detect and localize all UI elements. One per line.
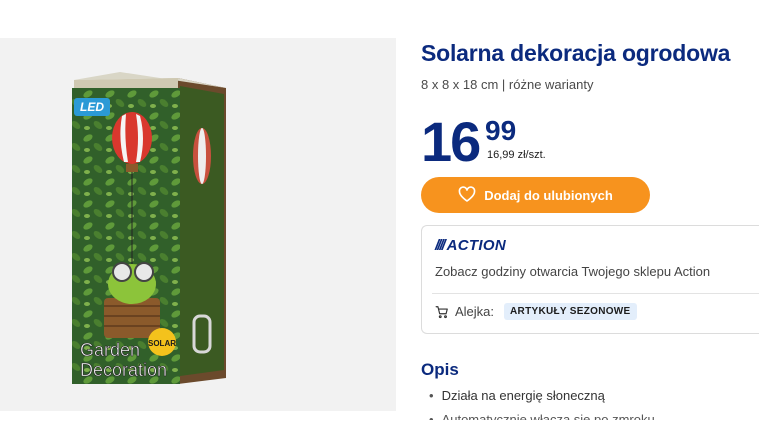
svg-text:SOLAR: SOLAR: [148, 339, 176, 348]
product-info: Solarna dekoracja ogrodowa 8 x 8 x 18 cm…: [421, 0, 759, 443]
store-hours-link[interactable]: Zobacz godziny otwarcia Twojego sklepu A…: [435, 264, 710, 279]
aisle-label: Alejka:: [455, 304, 495, 319]
description-list: Działa na energię słoneczną Automatyczni…: [429, 388, 655, 429]
description-item: Działa na energię słoneczną: [429, 388, 655, 403]
aisle-info: Alejka: ARTYKUŁY SEZONOWE: [435, 303, 637, 320]
product-title: Solarna dekoracja ogrodowa: [421, 40, 731, 66]
aisle-badge: ARTYKUŁY SEZONOWE: [504, 303, 637, 320]
store-logo: ////ACTION: [435, 237, 506, 254]
description-item: Automatycznie włącza się po zmroku: [429, 412, 655, 420]
product-subtitle: 8 x 8 x 18 cm | różne warianty: [421, 77, 594, 92]
unit-price: 16,99 zł/szt.: [487, 149, 546, 161]
svg-text:Decoration: Decoration: [80, 360, 167, 380]
price-decimal: 99: [485, 115, 517, 146]
divider: [432, 293, 759, 294]
store-card: ////ACTION Zobacz godziny otwarcia Twoje…: [421, 225, 759, 334]
add-to-favorites-label: Dodaj do ulubionych: [484, 187, 613, 203]
svg-text:LED: LED: [80, 100, 104, 114]
description-heading: Opis: [421, 360, 459, 379]
add-to-favorites-button[interactable]: Dodaj do ulubionych: [421, 177, 650, 213]
svg-text:Garden: Garden: [80, 340, 140, 360]
product-image[interactable]: LED Garden Decoration SOLAR: [60, 66, 230, 384]
product-gallery: LED Garden Decoration SOLAR: [0, 38, 396, 411]
cart-icon: [435, 305, 448, 318]
heart-icon: [458, 186, 476, 202]
price-integer: 16: [421, 110, 481, 173]
